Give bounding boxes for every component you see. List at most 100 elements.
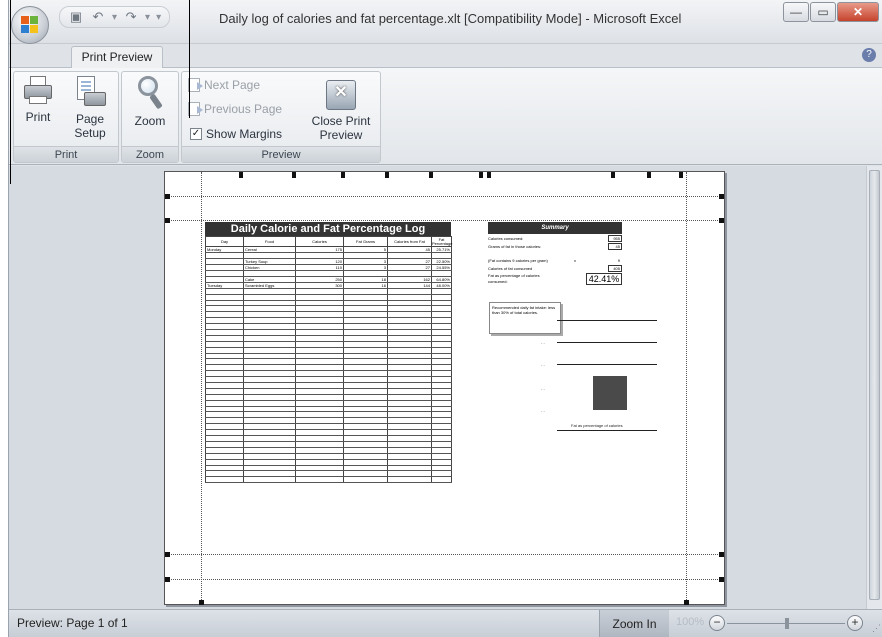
margin-handle[interactable] bbox=[719, 552, 724, 557]
cell-food[interactable] bbox=[243, 476, 296, 484]
preview-workspace: Daily Calorie and Fat Percentage Log Day… bbox=[9, 166, 867, 609]
column-handle[interactable] bbox=[239, 172, 243, 178]
column-handle[interactable] bbox=[479, 172, 483, 178]
preview-group: Next Page Previous Page ✓ Show Margins C… bbox=[181, 71, 381, 163]
vertical-scrollbar[interactable] bbox=[866, 166, 882, 609]
print-group-label: Print bbox=[14, 146, 118, 162]
page-setup-button[interactable]: Page Setup bbox=[66, 76, 114, 140]
page-setup-label-line2: Setup bbox=[74, 126, 106, 140]
column-handle[interactable] bbox=[341, 172, 345, 178]
cell-day[interactable] bbox=[205, 476, 244, 484]
log-title: Daily Calorie and Fat Percentage Log bbox=[205, 222, 451, 236]
checkmark-icon: ✓ bbox=[190, 128, 202, 140]
zoom-button-label: Zoom bbox=[134, 114, 166, 128]
office-button[interactable] bbox=[11, 6, 49, 44]
calories-consumed-label: Calories consumed: bbox=[488, 236, 524, 241]
callout-line-show-margins bbox=[189, 0, 190, 118]
chart-y-tick: - - bbox=[541, 362, 545, 367]
column-handle[interactable] bbox=[611, 172, 615, 178]
margin-handle[interactable] bbox=[165, 552, 170, 557]
window-controls: — ▭ ✕ bbox=[782, 2, 879, 22]
margin-handle[interactable] bbox=[719, 218, 724, 223]
bottom-margin-line[interactable] bbox=[165, 554, 724, 555]
margin-handle[interactable] bbox=[165, 577, 170, 582]
zoom-button[interactable]: Zoom bbox=[128, 76, 172, 128]
header-calories-from-fat: Calories from Fat bbox=[387, 236, 432, 247]
top-margin-line[interactable] bbox=[165, 220, 724, 221]
printer-icon bbox=[23, 76, 53, 106]
quick-access-toolbar: ▣ ↶ ▾ ↷ ▾ ▾ bbox=[59, 6, 171, 28]
cell-calories[interactable] bbox=[295, 476, 344, 484]
right-margin-line[interactable] bbox=[686, 172, 687, 604]
zoom-out-icon[interactable]: − bbox=[709, 615, 725, 631]
fat-grams-value: 45 bbox=[608, 243, 622, 250]
fat-note-label: (Fat contains 9 calories per gram) bbox=[488, 258, 548, 263]
zoom-in-button[interactable]: Zoom In bbox=[599, 610, 669, 637]
summary-row: Calories of fat consumed 405 bbox=[488, 265, 622, 273]
fat-calories-label: Calories of fat consumed bbox=[488, 266, 533, 271]
redo-dropdown-icon[interactable]: ▾ bbox=[145, 12, 150, 23]
header-margin-line[interactable] bbox=[165, 196, 724, 197]
maximize-button[interactable]: ▭ bbox=[810, 2, 836, 22]
zoom-in-icon[interactable]: + bbox=[847, 615, 863, 631]
fat-note-value: 9 bbox=[617, 258, 620, 263]
column-handle[interactable] bbox=[292, 172, 296, 178]
status-bar: Preview: Page 1 of 1 Zoom In 100% − + ⋰ bbox=[9, 609, 882, 637]
cell-fat-percentage[interactable] bbox=[431, 476, 452, 484]
resize-grip-icon[interactable]: ⋰ bbox=[872, 623, 881, 634]
close-print-preview-button[interactable]: Close Print Preview bbox=[306, 80, 376, 142]
margin-handle[interactable] bbox=[199, 600, 204, 605]
header-fat-grams: Fat Grams bbox=[343, 236, 388, 247]
page-setup-icon bbox=[74, 76, 106, 108]
close-preview-icon bbox=[326, 80, 356, 110]
print-preview-page: Daily Calorie and Fat Percentage Log Day… bbox=[164, 171, 725, 605]
column-handle[interactable] bbox=[385, 172, 389, 178]
customize-toolbar-icon[interactable]: ▾ bbox=[156, 12, 161, 23]
log-body: Monday Cereal 175 5 45 25.71% Turkey Soup 120 3 2… bbox=[205, 246, 452, 484]
scrollbar-thumb[interactable] bbox=[869, 170, 880, 600]
window-title: Daily log of calories and fat percentage… bbox=[219, 11, 682, 26]
footer-margin-line[interactable] bbox=[165, 579, 724, 580]
calories-consumed-value: 955 bbox=[608, 235, 622, 242]
help-icon[interactable]: ? bbox=[862, 48, 876, 62]
chart-gridline bbox=[557, 342, 657, 343]
ribbon: Print Page Setup Print Zoom Zoom Next Pa… bbox=[9, 67, 882, 165]
cell-calories-from-fat[interactable] bbox=[387, 476, 432, 484]
summary-row: (Fat contains 9 calories per gram) x 9 bbox=[488, 257, 622, 265]
column-handle[interactable] bbox=[487, 172, 491, 178]
left-margin-line[interactable] bbox=[201, 172, 202, 604]
chart-y-tick: - - bbox=[541, 340, 545, 345]
zoom-percentage[interactable]: 100% bbox=[676, 616, 704, 628]
summary-row: Calories consumed: 955 bbox=[488, 235, 622, 243]
magnifier-icon bbox=[135, 76, 165, 110]
next-page-button[interactable]: Next Page bbox=[188, 78, 260, 92]
minimize-button[interactable]: — bbox=[783, 2, 809, 22]
chart-baseline bbox=[557, 430, 657, 431]
margin-handle[interactable] bbox=[165, 218, 170, 223]
margin-handle[interactable] bbox=[719, 194, 724, 199]
margin-handle[interactable] bbox=[165, 194, 170, 199]
show-margins-checkbox[interactable]: ✓ Show Margins bbox=[190, 127, 282, 141]
print-button-label: Print bbox=[25, 110, 51, 124]
undo-dropdown-icon[interactable]: ▾ bbox=[112, 12, 117, 23]
margin-handle[interactable] bbox=[719, 577, 724, 582]
preview-group-label: Preview bbox=[182, 146, 380, 162]
column-handle[interactable] bbox=[647, 172, 651, 178]
column-handle[interactable] bbox=[429, 172, 433, 178]
margin-handle[interactable] bbox=[684, 600, 689, 605]
close-preview-label-line2: Preview bbox=[319, 128, 363, 142]
print-button[interactable]: Print bbox=[18, 76, 58, 124]
show-margins-label: Show Margins bbox=[206, 127, 283, 141]
save-icon[interactable]: ▣ bbox=[68, 9, 84, 25]
summary-title: Summary bbox=[488, 222, 622, 234]
tab-print-preview[interactable]: Print Preview bbox=[71, 46, 163, 68]
previous-page-button[interactable]: Previous Page bbox=[188, 102, 282, 116]
cell-fat-grams[interactable] bbox=[343, 476, 388, 484]
zoom-slider-thumb[interactable] bbox=[785, 618, 789, 629]
callout-line-left bbox=[10, 0, 11, 184]
close-button[interactable]: ✕ bbox=[837, 2, 879, 22]
log-header-row: Day Food Calories Fat Grams Calories fro… bbox=[205, 236, 452, 247]
redo-icon[interactable]: ↷ bbox=[123, 9, 139, 25]
undo-icon[interactable]: ↶ bbox=[90, 9, 106, 25]
column-handle[interactable] bbox=[679, 172, 683, 178]
